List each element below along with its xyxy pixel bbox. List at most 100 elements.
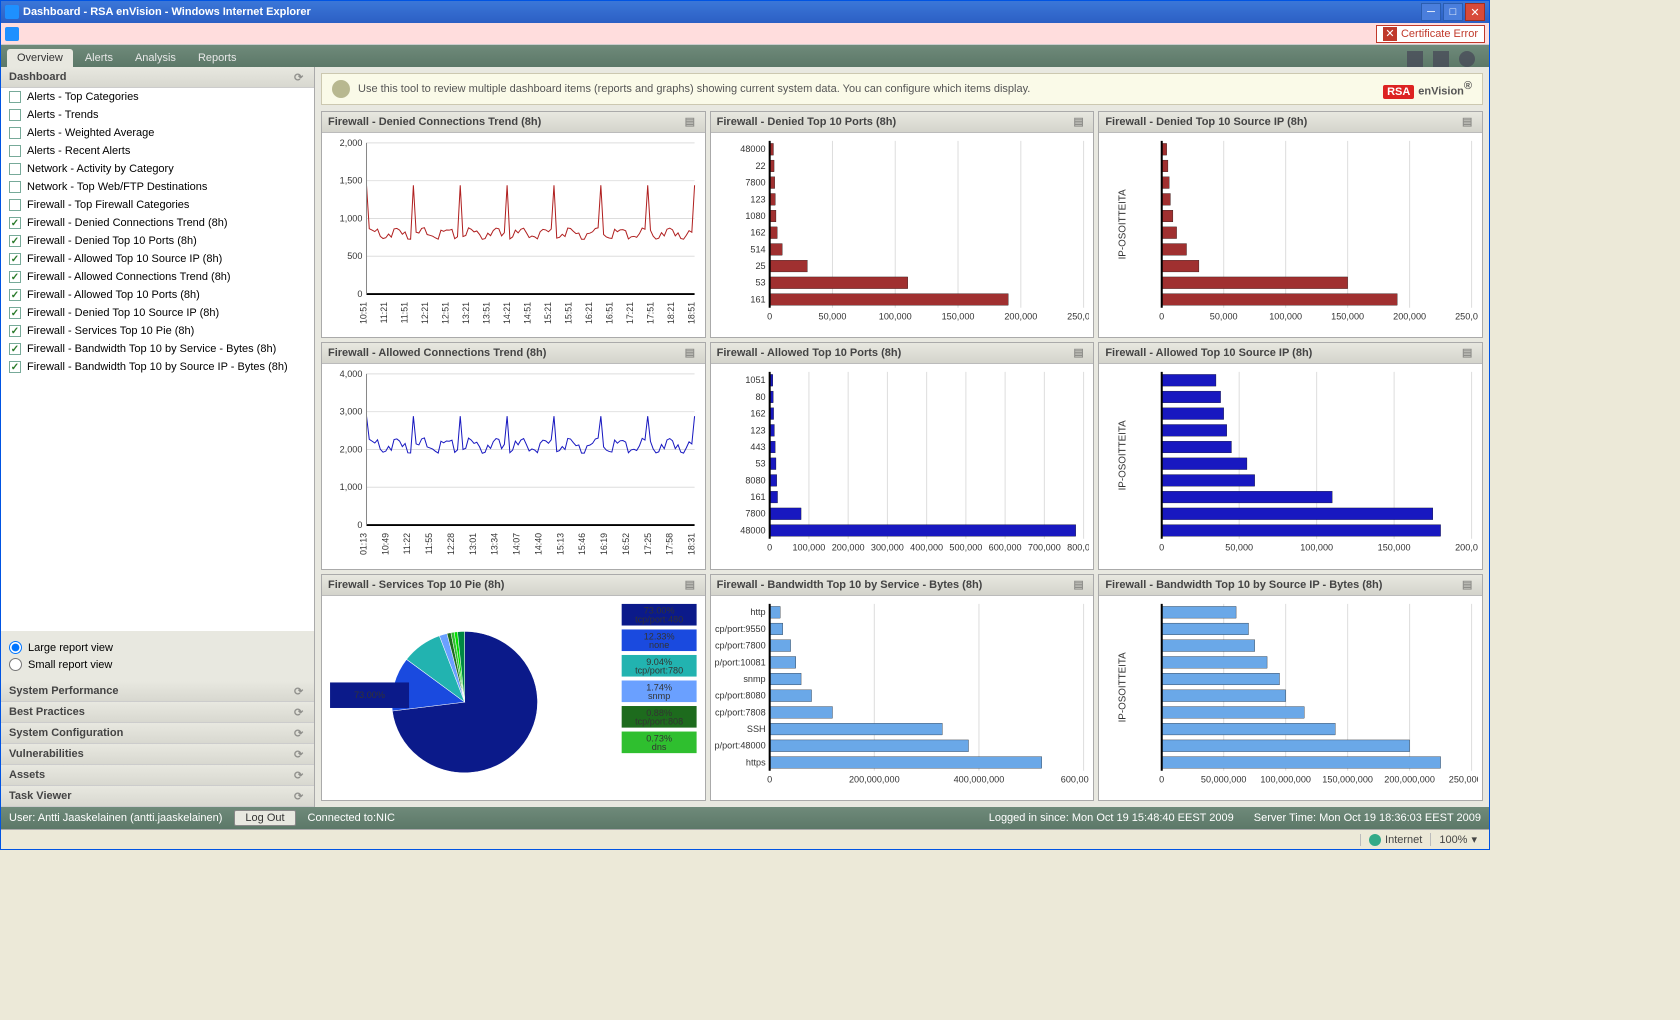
dashboard-item[interactable]: Firewall - Denied Connections Trend (8h) [1, 214, 314, 232]
panel-action-icon[interactable]: ▤ [1073, 346, 1087, 360]
ie-icon [5, 5, 19, 19]
checkbox-icon[interactable] [9, 217, 21, 229]
refresh-icon[interactable]: ⟳ [294, 71, 308, 85]
panel-action-icon[interactable]: ▤ [685, 578, 699, 592]
dashboard-item[interactable]: Firewall - Bandwidth Top 10 by Source IP… [1, 358, 314, 376]
svg-text:12:51: 12:51 [440, 302, 450, 324]
tab-alerts[interactable]: Alerts [75, 49, 123, 67]
svg-text:12:21: 12:21 [420, 302, 430, 324]
maximize-button[interactable]: □ [1443, 3, 1463, 21]
panel-action-icon[interactable]: ▤ [1073, 115, 1087, 129]
minimize-button[interactable]: ─ [1421, 3, 1441, 21]
radio-small[interactable]: Small report view [9, 656, 306, 673]
svg-text:0: 0 [767, 774, 772, 784]
dashboard-item[interactable]: Firewall - Services Top 10 Pie (8h) [1, 322, 314, 340]
dashboard-item[interactable]: Alerts - Trends [1, 106, 314, 124]
ie-zoom[interactable]: 100% ▾ [1430, 833, 1485, 846]
svg-text:150,000: 150,000 [1332, 312, 1365, 322]
sidebar-section[interactable]: Vulnerabilities⟳ [1, 744, 314, 765]
dashboard-item[interactable]: Firewall - Denied Top 10 Source IP (8h) [1, 304, 314, 322]
refresh-icon[interactable]: ⟳ [294, 706, 308, 720]
refresh-icon[interactable]: ⟳ [294, 748, 308, 762]
dashboard-item[interactable]: Network - Activity by Category [1, 160, 314, 178]
status-connected: Connected to:NIC [308, 812, 395, 824]
svg-text:3,000: 3,000 [340, 407, 363, 417]
checkbox-icon[interactable] [9, 271, 21, 283]
sidebar-section[interactable]: System Performance⟳ [1, 681, 314, 702]
dashboard-item[interactable]: Firewall - Allowed Top 10 Ports (8h) [1, 286, 314, 304]
checkbox-icon[interactable] [9, 91, 21, 103]
dashboard-item[interactable]: Alerts - Top Categories [1, 88, 314, 106]
panel-action-icon[interactable]: ▤ [1073, 578, 1087, 592]
chart-allowed-ports: 0100,000200,000300,000400,000500,000600,… [715, 368, 1090, 564]
checkbox-icon[interactable] [9, 253, 21, 265]
panel-action-icon[interactable]: ▤ [685, 346, 699, 360]
svg-text:tcp/port:10081: tcp/port:10081 [715, 657, 766, 667]
address-bar: ✕ Certificate Error [1, 23, 1489, 45]
svg-text:11:22: 11:22 [402, 533, 412, 554]
refresh-icon[interactable]: ⟳ [294, 685, 308, 699]
dashboard-item[interactable]: Firewall - Denied Top 10 Ports (8h) [1, 232, 314, 250]
checkbox-icon[interactable] [9, 145, 21, 157]
panel-action-icon[interactable]: ▤ [1462, 346, 1476, 360]
svg-text:17:51: 17:51 [645, 302, 655, 324]
refresh-icon[interactable]: ⟳ [294, 769, 308, 783]
svg-text:200,000: 200,000 [1393, 312, 1426, 322]
dashboard-item[interactable]: Firewall - Bandwidth Top 10 by Service -… [1, 340, 314, 358]
refresh-icon[interactable]: ⟳ [294, 790, 308, 804]
dashboard-item[interactable]: Alerts - Weighted Average [1, 124, 314, 142]
dashboard-item[interactable]: Network - Top Web/FTP Destinations [1, 178, 314, 196]
checkbox-icon[interactable] [9, 361, 21, 373]
sidebar-section[interactable]: Best Practices⟳ [1, 702, 314, 723]
checkbox-icon[interactable] [9, 289, 21, 301]
svg-text:13:34: 13:34 [490, 533, 500, 555]
svg-text:tcp/port:780: tcp/port:780 [635, 665, 683, 675]
panel-action-icon[interactable]: ▤ [1462, 115, 1476, 129]
svg-text:15:13: 15:13 [555, 533, 565, 555]
panel-action-icon[interactable]: ▤ [1462, 578, 1476, 592]
checkbox-icon[interactable] [9, 307, 21, 319]
checkbox-icon[interactable] [9, 235, 21, 247]
sidebar-section[interactable]: Task Viewer⟳ [1, 786, 314, 807]
ie-zone[interactable]: Internet [1360, 834, 1430, 846]
logout-button[interactable]: Log Out [234, 810, 295, 826]
sidebar-section[interactable]: System Configuration⟳ [1, 723, 314, 744]
status-user: User: Antti Jaaskelainen (antti.jaaskela… [9, 812, 222, 824]
dashboard-header[interactable]: Dashboard ⟳ [1, 67, 314, 88]
checkbox-icon[interactable] [9, 325, 21, 337]
svg-text:100,000: 100,000 [792, 543, 825, 553]
print-icon[interactable] [1433, 51, 1449, 67]
svg-text:100,000: 100,000 [878, 312, 911, 322]
svg-text:200,000: 200,000 [831, 543, 864, 553]
panel-body: 050,000100,000150,000200,000IP-OSOITTEIT… [1099, 364, 1482, 568]
tab-overview[interactable]: Overview [7, 49, 73, 67]
sidebar-section[interactable]: Assets⟳ [1, 765, 314, 786]
panel-action-icon[interactable]: ▤ [685, 115, 699, 129]
checkbox-icon[interactable] [9, 181, 21, 193]
checkbox-icon[interactable] [9, 199, 21, 211]
checkbox-icon[interactable] [9, 343, 21, 355]
radio-large[interactable]: Large report view [9, 639, 306, 656]
checkbox-icon[interactable] [9, 163, 21, 175]
tab-analysis[interactable]: Analysis [125, 49, 186, 67]
svg-text:0: 0 [1160, 543, 1165, 553]
svg-text:17:25: 17:25 [643, 533, 653, 555]
help-icon[interactable] [1459, 51, 1475, 67]
dashboard-item[interactable]: Firewall - Top Firewall Categories [1, 196, 314, 214]
checkbox-icon[interactable] [9, 109, 21, 121]
close-button[interactable]: ✕ [1465, 3, 1485, 21]
checkbox-icon[interactable] [9, 127, 21, 139]
svg-text:IP-OSOITTEITA: IP-OSOITTEITA [1117, 420, 1128, 490]
svg-text:14:07: 14:07 [511, 533, 521, 555]
window-title: Dashboard - RSA enVision - Windows Inter… [23, 6, 1419, 18]
tab-reports[interactable]: Reports [188, 49, 247, 67]
svg-text:14:40: 14:40 [533, 533, 543, 555]
dashboard-item[interactable]: Alerts - Recent Alerts [1, 142, 314, 160]
panel-header: Firewall - Denied Connections Trend (8h)… [322, 112, 705, 133]
svg-text:80: 80 [755, 392, 765, 402]
refresh-icon[interactable]: ⟳ [294, 727, 308, 741]
certificate-error[interactable]: ✕ Certificate Error [1376, 25, 1485, 43]
dashboard-item[interactable]: Firewall - Allowed Top 10 Source IP (8h) [1, 250, 314, 268]
dashboard-item[interactable]: Firewall - Allowed Connections Trend (8h… [1, 268, 314, 286]
tool-icon-1[interactable] [1407, 51, 1423, 67]
